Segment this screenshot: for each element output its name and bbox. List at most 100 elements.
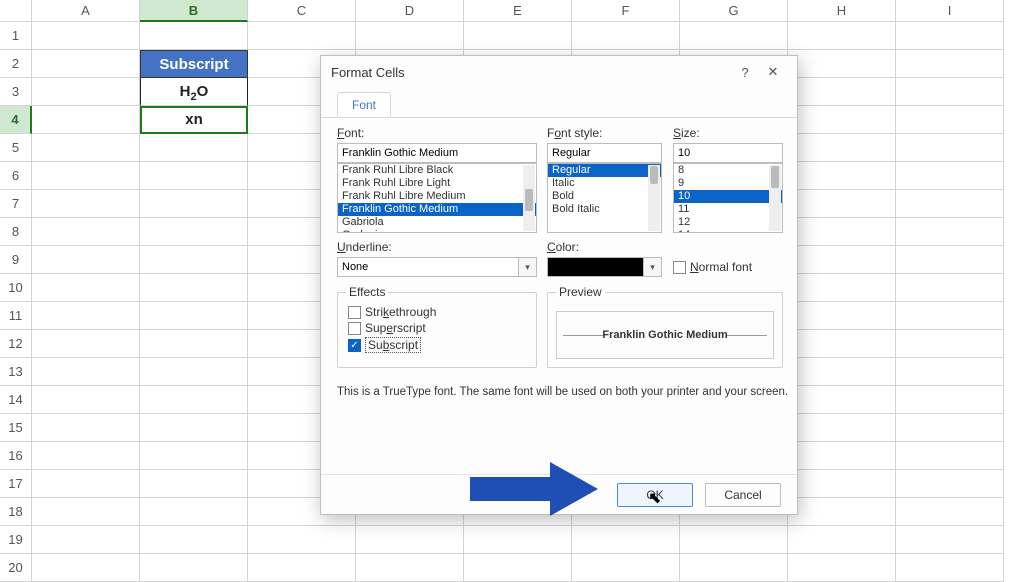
cell[interactable] <box>788 442 896 470</box>
cell[interactable] <box>32 78 140 106</box>
row-header[interactable]: 18 <box>0 498 32 526</box>
list-item[interactable]: 8 <box>674 164 782 177</box>
cell[interactable] <box>140 134 248 162</box>
cell[interactable] <box>680 554 788 582</box>
cell[interactable] <box>896 330 1004 358</box>
cell[interactable] <box>572 526 680 554</box>
row-header[interactable]: 20 <box>0 554 32 582</box>
cell[interactable] <box>896 274 1004 302</box>
cell[interactable] <box>140 526 248 554</box>
row-header[interactable]: 9 <box>0 246 32 274</box>
cell[interactable] <box>896 526 1004 554</box>
strikethrough-checkbox[interactable]: Strikethrough <box>348 305 526 319</box>
cell[interactable] <box>140 162 248 190</box>
cell[interactable] <box>248 554 356 582</box>
cell[interactable] <box>788 134 896 162</box>
chevron-down-icon[interactable]: ▾ <box>644 257 662 277</box>
list-item[interactable]: Bold Italic <box>548 203 661 216</box>
font-listbox[interactable]: Frank Ruhl Libre BlackFrank Ruhl Libre L… <box>337 163 537 233</box>
row-header[interactable]: 11 <box>0 302 32 330</box>
col-header[interactable]: H <box>788 0 896 22</box>
cell[interactable] <box>788 470 896 498</box>
cell[interactable] <box>32 330 140 358</box>
cell[interactable] <box>140 386 248 414</box>
color-swatch[interactable] <box>547 257 644 277</box>
cell[interactable] <box>356 22 464 50</box>
cell[interactable] <box>32 302 140 330</box>
cell[interactable] <box>788 330 896 358</box>
row-header[interactable]: 12 <box>0 330 32 358</box>
cell[interactable]: Subscript <box>140 50 248 78</box>
cell[interactable] <box>896 106 1004 134</box>
list-item[interactable]: Franklin Gothic Medium <box>338 203 536 216</box>
col-header[interactable]: C <box>248 0 356 22</box>
cell[interactable] <box>32 134 140 162</box>
list-item[interactable]: 12 <box>674 216 782 229</box>
list-item[interactable]: Frank Ruhl Libre Light <box>338 177 536 190</box>
row-header[interactable]: 1 <box>0 22 32 50</box>
cell[interactable] <box>788 358 896 386</box>
cell[interactable] <box>896 246 1004 274</box>
font-style-listbox[interactable]: RegularItalicBoldBold Italic <box>547 163 662 233</box>
cell[interactable] <box>32 162 140 190</box>
row-header[interactable]: 6 <box>0 162 32 190</box>
list-item[interactable]: Regular <box>548 164 661 177</box>
cell[interactable] <box>788 554 896 582</box>
cell[interactable] <box>32 358 140 386</box>
cell[interactable] <box>32 554 140 582</box>
dialog-titlebar[interactable]: Format Cells ? ✕ <box>321 56 797 88</box>
col-header[interactable]: D <box>356 0 464 22</box>
cell[interactable] <box>32 190 140 218</box>
cell[interactable] <box>788 414 896 442</box>
list-item[interactable]: 11 <box>674 203 782 216</box>
cell[interactable] <box>896 190 1004 218</box>
list-item[interactable]: Frank Ruhl Libre Medium <box>338 190 536 203</box>
cell[interactable] <box>896 470 1004 498</box>
tab-font[interactable]: Font <box>337 92 391 117</box>
cell[interactable] <box>680 526 788 554</box>
cell[interactable] <box>140 274 248 302</box>
cell[interactable] <box>32 386 140 414</box>
select-all-corner[interactable] <box>0 0 32 22</box>
close-button[interactable]: ✕ <box>759 64 787 80</box>
cell[interactable] <box>140 414 248 442</box>
cell[interactable] <box>788 526 896 554</box>
cell[interactable] <box>896 554 1004 582</box>
cell[interactable] <box>32 414 140 442</box>
cell[interactable] <box>572 554 680 582</box>
cell[interactable] <box>32 470 140 498</box>
cell[interactable] <box>788 246 896 274</box>
row-header[interactable]: 4 <box>0 106 32 134</box>
cell[interactable] <box>140 470 248 498</box>
cell[interactable] <box>896 78 1004 106</box>
cell[interactable] <box>464 554 572 582</box>
col-header[interactable]: B <box>140 0 248 22</box>
cell[interactable] <box>788 22 896 50</box>
cell[interactable] <box>896 358 1004 386</box>
cell[interactable] <box>896 162 1004 190</box>
help-button[interactable]: ? <box>731 65 759 80</box>
cell[interactable] <box>896 442 1004 470</box>
cell[interactable] <box>896 22 1004 50</box>
row-header[interactable]: 7 <box>0 190 32 218</box>
cell[interactable] <box>248 526 356 554</box>
cell[interactable] <box>32 442 140 470</box>
chevron-down-icon[interactable]: ▾ <box>519 257 537 277</box>
cell[interactable] <box>140 302 248 330</box>
cell[interactable] <box>140 442 248 470</box>
cell[interactable] <box>32 246 140 274</box>
list-item[interactable]: Gadugi <box>338 229 536 233</box>
cell[interactable] <box>140 246 248 274</box>
col-header[interactable]: F <box>572 0 680 22</box>
cell[interactable] <box>896 134 1004 162</box>
cell[interactable] <box>788 162 896 190</box>
row-header[interactable]: 13 <box>0 358 32 386</box>
cell[interactable] <box>896 414 1004 442</box>
cell[interactable] <box>32 106 140 134</box>
cell[interactable] <box>896 218 1004 246</box>
row-header[interactable]: 19 <box>0 526 32 554</box>
col-header[interactable]: I <box>896 0 1004 22</box>
cell[interactable] <box>140 190 248 218</box>
row-header[interactable]: 17 <box>0 470 32 498</box>
list-item[interactable]: 9 <box>674 177 782 190</box>
